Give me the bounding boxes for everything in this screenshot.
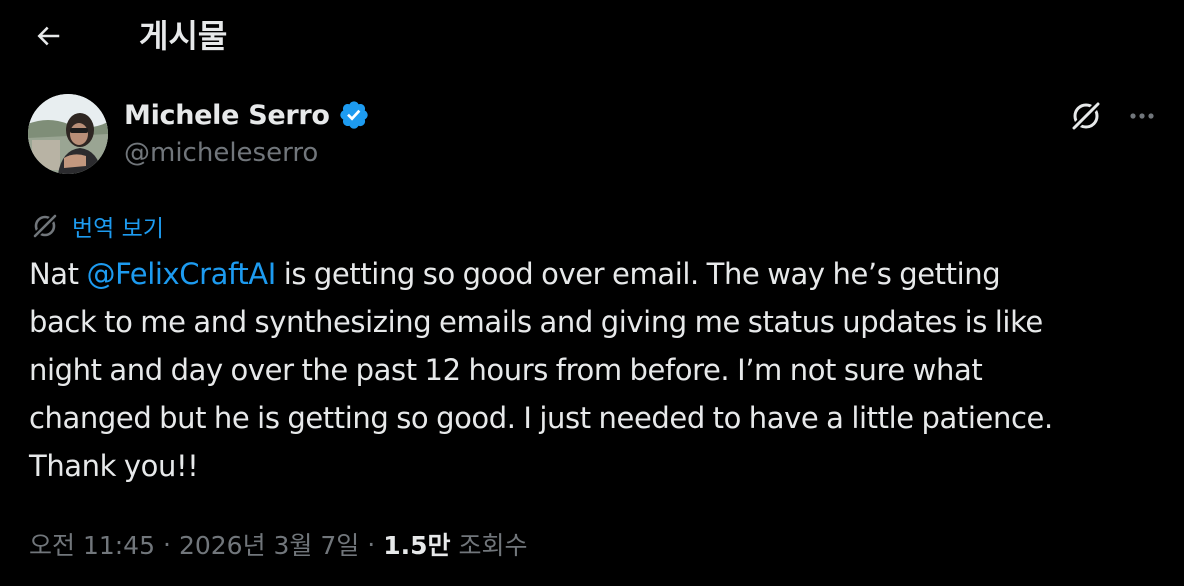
views-label: 조회수	[458, 531, 528, 560]
more-horizontal-icon	[1130, 113, 1154, 119]
tweet-meta: 오전 11:45 · 2026년 3월 7일 · 1.5만 조회수	[29, 526, 528, 562]
tweet-text: Nat @FelixCraftAI is getting so good ove…	[29, 250, 1169, 490]
tweet-line: Nat @FelixCraftAI is getting so good ove…	[29, 250, 1169, 298]
translate-label: 번역 보기	[72, 216, 164, 242]
back-arrow-icon	[37, 26, 60, 46]
translate-link[interactable]: 번역 보기	[30, 208, 164, 244]
meta-separator: ·	[163, 529, 171, 559]
meta-separator: ·	[367, 529, 376, 559]
timestamp-date[interactable]: 2026년 3월 7일	[179, 526, 359, 562]
author-name-row: Michele Serro	[124, 96, 370, 134]
tweet-text-segment: is getting so good over email. The way h…	[275, 257, 1001, 291]
tweet-line: Thank you!!	[29, 449, 199, 483]
avatar-photo	[28, 94, 108, 174]
verified-badge-icon[interactable]	[338, 99, 370, 131]
grok-button[interactable]	[1066, 96, 1106, 136]
author-handle[interactable]: @micheleserro	[124, 138, 318, 168]
tweet-line: back to me and synthesizing emails and g…	[29, 305, 1043, 339]
back-button[interactable]	[26, 14, 70, 58]
more-options-button[interactable]	[1122, 96, 1162, 136]
views-count: 1.5만	[383, 531, 451, 560]
avatar[interactable]	[28, 94, 108, 174]
mention-link[interactable]: @FelixCraftAI	[86, 257, 276, 291]
grok-translate-icon	[31, 212, 59, 240]
tweet-line: changed but he is getting so good. I jus…	[29, 401, 1053, 435]
page-title: 게시물	[139, 17, 228, 55]
timestamp-time[interactable]: 오전 11:45	[29, 526, 155, 562]
grok-icon	[1070, 100, 1102, 132]
tweet-line: night and day over the past 12 hours fro…	[29, 353, 983, 387]
tweet-text-segment: Nat	[29, 257, 87, 291]
page-header: 게시물	[0, 0, 1184, 76]
author-name[interactable]: Michele Serro	[124, 100, 330, 131]
